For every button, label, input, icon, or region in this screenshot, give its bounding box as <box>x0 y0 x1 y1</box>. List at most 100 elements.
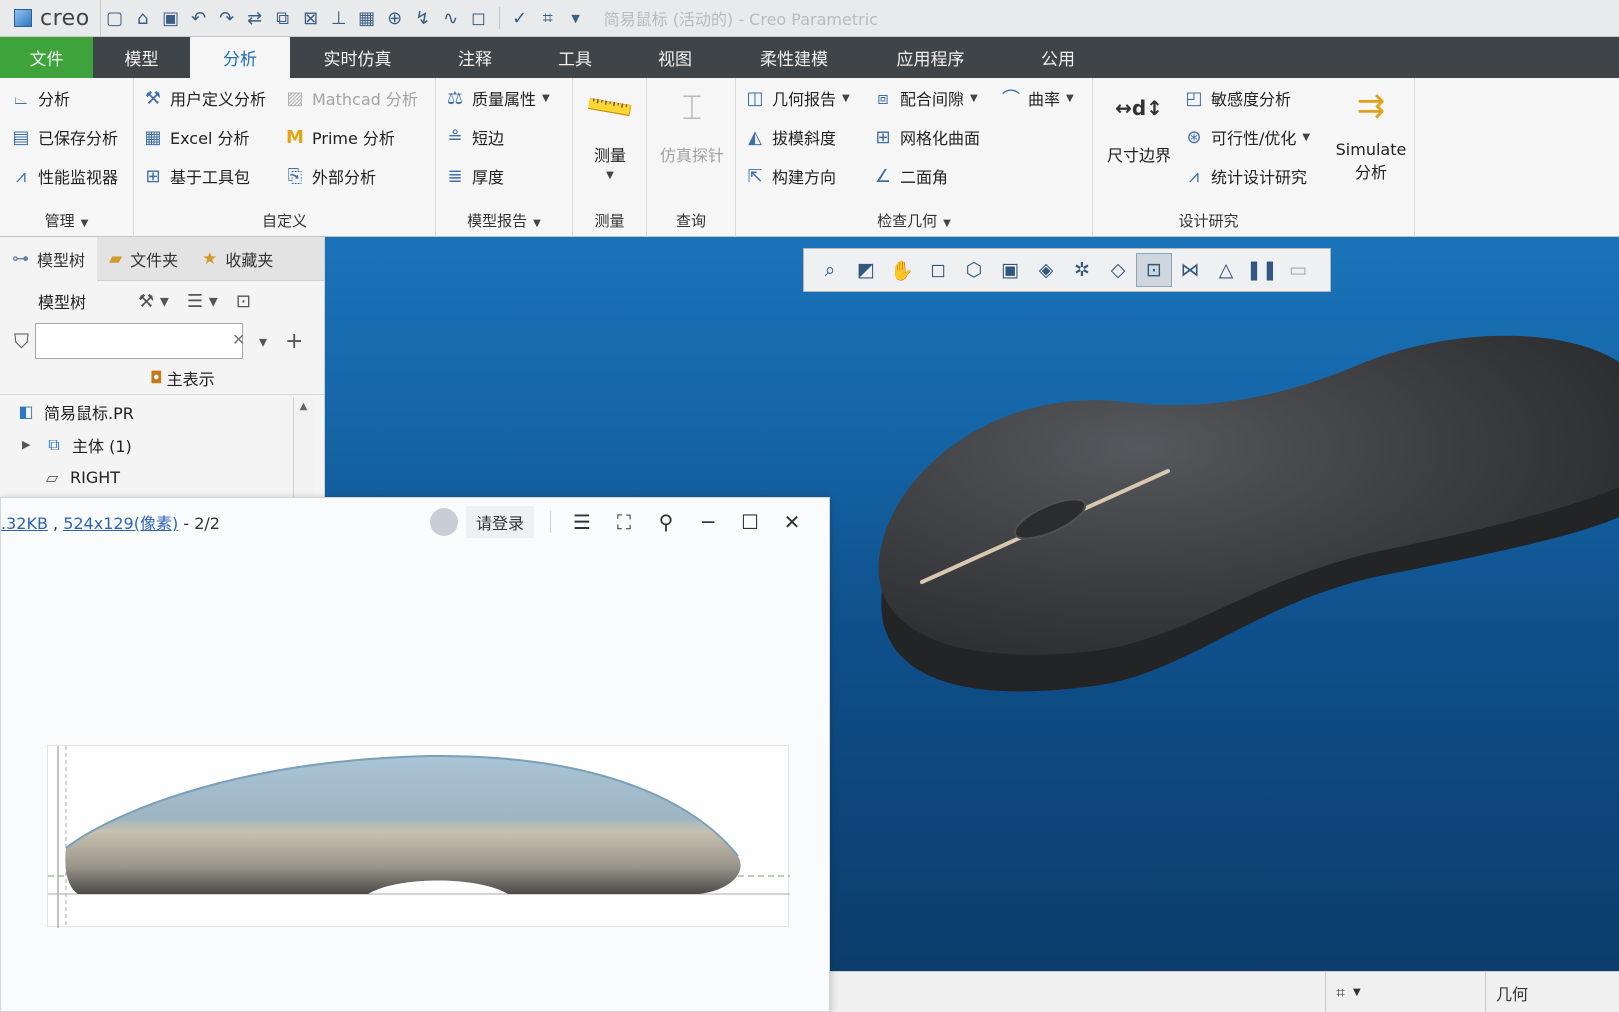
statistical-design-study-button[interactable]: ⩘ 统计设计研究 <box>1183 161 1307 191</box>
regenerate-icon[interactable]: ⇄ <box>241 4 269 32</box>
measure-button[interactable]: 📏 测量 ▼ <box>579 79 641 181</box>
curve-icon[interactable]: ∿ <box>437 4 465 32</box>
tree-columns-icon[interactable]: ☰ ▾ <box>187 291 218 312</box>
app-logo: creo <box>0 0 101 37</box>
performance-monitor-button[interactable]: ⩘ 性能监视器 <box>10 161 118 191</box>
selection-filter-dropdown[interactable]: 几何 <box>1485 972 1619 1012</box>
customize-qat-icon[interactable]: ▼ <box>562 4 590 32</box>
user-defined-analysis-button[interactable]: ⚒ 用户定义分析 <box>142 83 266 113</box>
find-button[interactable]: ⌗ ▼ <box>1325 972 1393 1012</box>
qat-separator <box>498 7 500 29</box>
minimize-icon[interactable]: ─ <box>687 502 729 542</box>
expand-arrow-icon[interactable]: ▶ <box>22 438 38 451</box>
build-direction-button[interactable]: ⇱ 构建方向 <box>744 161 836 191</box>
external-analysis-icon: ⎘ <box>287 165 303 187</box>
tree-settings-icon[interactable]: ⚒ ▾ <box>138 291 169 312</box>
axis-icon[interactable]: ⊕ <box>381 4 409 32</box>
tree-item-body[interactable]: ▶ ⧉ 主体 (1) <box>0 428 324 461</box>
toolkit-based-button[interactable]: ⊞ 基于工具包 <box>142 161 250 191</box>
group-label-inspect[interactable]: 检查几何 ▼ <box>736 210 1092 231</box>
tab-annotate[interactable]: 注释 <box>425 37 525 78</box>
menu-icon[interactable]: ☰ <box>561 502 603 542</box>
close-window-icon[interactable]: ⊠ <box>297 4 325 32</box>
tree-scrollbar[interactable]: ▲ <box>293 397 313 497</box>
tab-folder[interactable]: ▰ 文件夹 <box>97 237 190 281</box>
pin-icon[interactable]: ⚲ <box>645 502 687 542</box>
save-icon[interactable]: ▣ <box>157 4 185 32</box>
model-tree-header: 模型树 ⚒ ▾ ☰ ▾ ⊡ <box>0 281 324 321</box>
saved-analysis-button[interactable]: ▤ 已保存分析 <box>10 122 118 152</box>
new-file-icon[interactable]: ▢ <box>101 4 129 32</box>
representation-icon: ◘ <box>150 368 163 387</box>
simulate-analysis-button[interactable]: ⇉ Simulate 分析 <box>1331 82 1411 183</box>
mesh-surface-button[interactable]: ⊞ 网格化曲面 <box>872 122 980 152</box>
tree-filter-icon[interactable]: ⊡ <box>236 291 251 312</box>
group-inspect-geometry: ◫ 几何报告 ▼ ⧈ 配合间隙 ▼ ⌒ 曲率 ▼ ◭ 拔模斜度 ⊞ 网格化曲面 … <box>736 78 1093 237</box>
tree-item-right-plane[interactable]: ▱ RIGHT <box>0 461 324 494</box>
curvature-button[interactable]: ⌒ 曲率 ▼ <box>1000 83 1074 113</box>
coord-sys-icon[interactable]: ⊥ <box>325 4 353 32</box>
close-icon[interactable]: ✕ <box>771 502 813 542</box>
group-label-model-report[interactable]: 模型报告 ▼ <box>436 210 572 231</box>
avatar-icon[interactable] <box>429 508 458 536</box>
creo-logo-icon <box>14 9 32 27</box>
group-label-query: 查询 <box>675 212 706 230</box>
tab-file[interactable]: 文件 <box>0 37 93 78</box>
tab-model-tree[interactable]: ⊶ 模型树 <box>0 236 98 281</box>
feasibility-optimization-button[interactable]: ⊛ 可行性/优化 ▼ <box>1183 122 1310 152</box>
draft-button[interactable]: ◭ 拔模斜度 <box>744 122 836 152</box>
prime-analysis-button[interactable]: M Prime 分析 <box>284 122 395 152</box>
short-edge-button[interactable]: ≗ 短边 <box>444 122 504 152</box>
group-label-design-study: 设计研究 <box>1178 212 1239 230</box>
scroll-up-icon[interactable]: ▲ <box>294 401 313 412</box>
representation-row[interactable]: ◘ 主表示 <box>0 361 324 395</box>
page-counter: - 2/2 <box>183 514 220 533</box>
tree-item-root[interactable]: ◧ 简易鼠标.PR <box>0 395 324 428</box>
tab-realtime-sim[interactable]: 实时仿真 <box>290 37 425 78</box>
undo-icon[interactable]: ↶ <box>185 4 213 32</box>
tab-tools[interactable]: 工具 <box>525 37 625 78</box>
login-button[interactable]: 请登录 <box>465 506 534 538</box>
file-size-link[interactable]: .32KB <box>1 514 48 533</box>
tab-common[interactable]: 公用 <box>998 37 1118 78</box>
sketch-icon[interactable]: ◻ <box>465 4 493 32</box>
sensitivity-analysis-button[interactable]: ◰ 敏感度分析 <box>1183 83 1291 113</box>
thickness-button[interactable]: ≣ 厚度 <box>444 161 504 191</box>
performance-monitor-icon: ⩘ <box>15 165 27 187</box>
sim-probe-button[interactable]: ⌶ 仿真探针 <box>651 84 733 166</box>
dimensions-link[interactable]: 524x129(像素) <box>63 514 178 533</box>
search-dropdown-icon[interactable]: ▾ <box>259 332 267 351</box>
tab-applications[interactable]: 应用程序 <box>863 37 998 78</box>
fullscreen-icon[interactable]: ⛶ <box>603 502 645 542</box>
tab-flexible-modeling[interactable]: 柔性建模 <box>725 37 863 78</box>
datum-plane-icon: ▱ <box>45 468 59 487</box>
mass-properties-button[interactable]: ⚖ 质量属性 ▼ <box>444 83 550 113</box>
tree-search-input[interactable] <box>35 323 243 359</box>
group-custom: ⚒ 用户定义分析 ▨ Mathcad 分析 ▦ Excel 分析 M Prime… <box>134 78 436 237</box>
maximize-icon[interactable]: ☐ <box>729 502 771 542</box>
window-icon[interactable]: ⧉ <box>269 4 297 32</box>
redo-icon[interactable]: ↷ <box>213 4 241 32</box>
external-analysis-button[interactable]: ⎘ 外部分析 <box>284 161 376 191</box>
geometry-report-button[interactable]: ◫ 几何报告 ▼ <box>744 83 849 113</box>
fit-clearance-button[interactable]: ⧈ 配合间隙 ▼ <box>872 83 977 113</box>
ok-check-icon[interactable]: ✓ <box>506 4 534 32</box>
analysis-button[interactable]: ⌳ 分析 <box>10 83 70 113</box>
group-label-manage[interactable]: 管理 ▼ <box>0 210 133 231</box>
clear-search-icon[interactable]: ✕ <box>232 330 245 349</box>
tab-view[interactable]: 视图 <box>625 37 725 78</box>
open-folder-icon[interactable]: ⌂ <box>129 4 157 32</box>
tab-analysis[interactable]: 分析 <box>190 37 290 78</box>
toolkit-icon: ⊞ <box>145 165 161 187</box>
excel-analysis-button[interactable]: ▦ Excel 分析 <box>142 122 249 152</box>
add-filter-icon[interactable]: + <box>285 329 303 354</box>
tab-favorites[interactable]: ★ 收藏夹 <box>190 237 285 281</box>
mathcad-analysis-button[interactable]: ▨ Mathcad 分析 <box>284 83 417 113</box>
select-icon[interactable]: ⌗ <box>534 4 562 32</box>
csys-icon[interactable]: ↯ <box>409 4 437 32</box>
plane-icon[interactable]: ▦ <box>353 4 381 32</box>
reference-image <box>47 745 790 928</box>
dimension-boundary-button[interactable]: ↔d↕ 尺寸边界 <box>1097 84 1181 166</box>
tab-model[interactable]: 模型 <box>93 37 190 78</box>
dihedral-angle-button[interactable]: ∠ 二面角 <box>872 161 948 191</box>
